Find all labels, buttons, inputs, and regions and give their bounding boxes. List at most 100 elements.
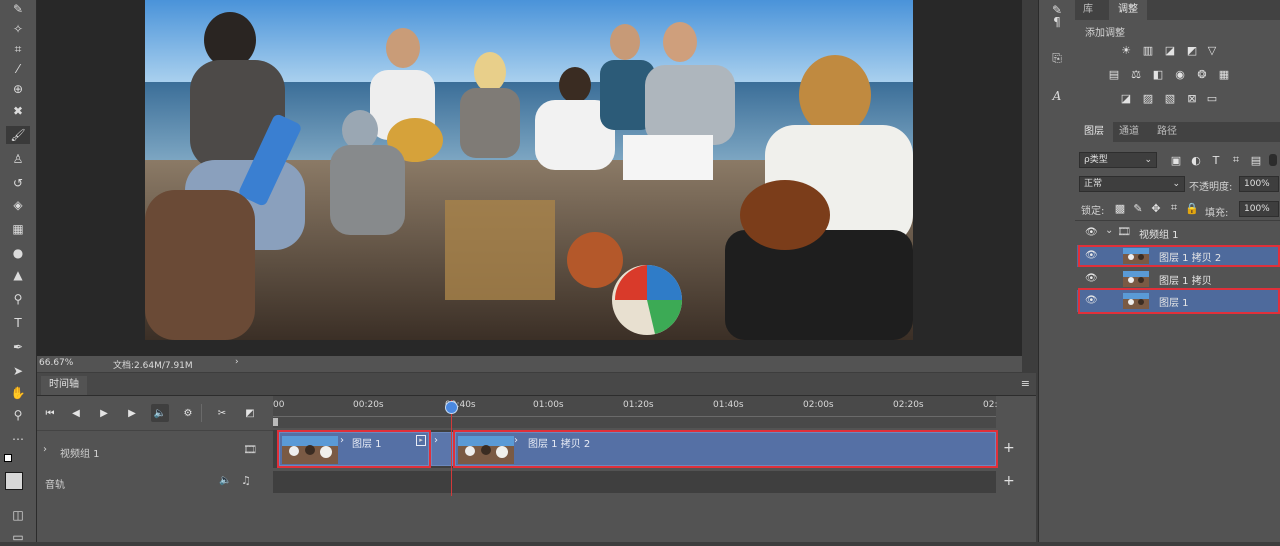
default-colors-icon[interactable]: [4, 454, 14, 464]
audio-toggle-icon[interactable]: 🔈: [151, 404, 169, 422]
filter-type-icon[interactable]: T: [1209, 154, 1223, 167]
screen-mode-icon[interactable]: ▭: [6, 528, 30, 546]
transition-icon[interactable]: ◩: [241, 404, 259, 422]
lock-artboard-icon[interactable]: ⌗: [1167, 201, 1181, 214]
selective-color-icon[interactable]: ⊠: [1185, 92, 1199, 105]
character-icon[interactable]: A: [1047, 86, 1067, 106]
ruler-tick: 02:20s: [893, 400, 924, 410]
gradient-map-icon[interactable]: ▭: [1205, 92, 1219, 105]
status-menu-arrow-icon[interactable]: ›: [235, 357, 239, 367]
dodge-icon[interactable]: ⚲: [6, 290, 30, 308]
paragraph-icon[interactable]: ¶: [1047, 12, 1067, 32]
layer-row[interactable]: 👁 图层 1 拷贝: [1077, 268, 1279, 290]
filter-shape-icon[interactable]: ⌗: [1229, 153, 1243, 166]
zoom-icon[interactable]: ⚲: [6, 406, 30, 424]
play-icon[interactable]: ▶: [95, 404, 113, 422]
lock-transparency-icon[interactable]: ▩: [1113, 202, 1127, 215]
quick-selection-icon[interactable]: ✎: [6, 0, 30, 18]
layer-filter-select[interactable]: ρ类型 ⌄: [1079, 152, 1157, 168]
brush-icon[interactable]: 🖌: [6, 126, 30, 144]
black-white-icon[interactable]: ◧: [1151, 68, 1165, 81]
hand-icon[interactable]: ✋: [6, 384, 30, 402]
foreground-color-swatch[interactable]: [5, 472, 23, 490]
ruler-tick: 01:20s: [623, 400, 654, 410]
layer-group-row[interactable]: 👁 ⌄ 🎞 视频组 1: [1077, 222, 1279, 244]
brightness-icon[interactable]: ☀: [1119, 44, 1133, 57]
magic-wand-icon[interactable]: ✧: [6, 20, 30, 38]
vibrance-icon[interactable]: ▽: [1205, 44, 1219, 57]
layers-empty-area[interactable]: [1075, 316, 1280, 542]
more-icon[interactable]: ⋯: [6, 430, 30, 448]
chevron-down-icon[interactable]: ⌄: [1105, 225, 1113, 236]
channel-mixer-icon[interactable]: ❂: [1195, 68, 1209, 81]
eraser-icon[interactable]: ◈: [6, 196, 30, 214]
work-area-start-handle[interactable]: [273, 418, 278, 426]
levels-icon[interactable]: ▥: [1141, 44, 1155, 57]
filter-pixel-icon[interactable]: ▣: [1169, 154, 1183, 167]
history-brush-icon[interactable]: ↺: [6, 174, 30, 192]
previous-frame-icon[interactable]: ◀: [67, 404, 85, 422]
speaker-icon[interactable]: 🔈: [219, 475, 231, 486]
go-to-first-frame-icon[interactable]: ⏮: [41, 404, 59, 422]
layer-name: 图层 1 拷贝: [1159, 276, 1212, 287]
chevron-right-icon[interactable]: ›: [43, 444, 47, 455]
film-strip-icon[interactable]: 🎞: [243, 443, 257, 456]
tools-panel: ✎ ✧ ⌗ ⁄ ⊕ ✖ 🖌 ♙ ↺ ◈ ▦ ● ▲ ⚲ T ✒ ➤ ✋ ⚲ ⋯ …: [0, 0, 37, 544]
lock-all-icon[interactable]: 🔒: [1185, 202, 1199, 215]
curves-icon[interactable]: ◪: [1163, 44, 1177, 57]
opacity-input[interactable]: 100%: [1239, 176, 1279, 192]
crop-icon[interactable]: ⌗: [6, 40, 30, 58]
hue-saturation-icon[interactable]: ▤: [1107, 68, 1121, 81]
add-audio-button[interactable]: +: [1003, 473, 1015, 489]
color-lookup-icon[interactable]: ▦: [1217, 68, 1231, 81]
threshold-icon[interactable]: ▧: [1163, 92, 1177, 105]
tab-channels[interactable]: 通道: [1119, 122, 1139, 142]
color-balance-icon[interactable]: ⚖: [1129, 68, 1143, 81]
eyedropper-icon[interactable]: ⁄: [6, 60, 30, 78]
filter-toggle[interactable]: [1269, 154, 1277, 166]
audio-track-header[interactable]: 音轨 🔈 ♫: [37, 471, 273, 493]
spot-healing-icon[interactable]: ⊕: [6, 80, 30, 98]
music-note-icon[interactable]: ♫: [241, 474, 251, 487]
next-frame-icon[interactable]: ▶: [123, 404, 141, 422]
fill-input[interactable]: 100%: [1239, 201, 1279, 217]
add-media-button[interactable]: +: [1003, 440, 1015, 456]
lock-position-icon[interactable]: ✥: [1149, 202, 1163, 215]
glyphs-icon[interactable]: ⎘: [1047, 48, 1067, 68]
blur-icon[interactable]: ●: [6, 244, 30, 262]
timeline-tab-bar: 时间轴 ≡: [37, 373, 1036, 396]
settings-gear-icon[interactable]: ⚙: [179, 404, 197, 422]
zoom-level[interactable]: 66.67%: [39, 358, 73, 368]
tab-paths[interactable]: 路径: [1157, 122, 1177, 142]
audio-track-lane[interactable]: [273, 471, 996, 493]
split-scissors-icon[interactable]: ✂: [213, 404, 231, 422]
exposure-icon[interactable]: ◩: [1185, 44, 1199, 57]
lock-image-icon[interactable]: ✎: [1131, 202, 1145, 215]
path-selection-icon[interactable]: ➤: [6, 362, 30, 380]
transition-gap[interactable]: ›: [431, 432, 453, 466]
visibility-eye-icon[interactable]: 👁: [1085, 273, 1098, 284]
photo-filter-icon[interactable]: ◉: [1173, 68, 1187, 81]
tab-adjustments[interactable]: 调整: [1109, 0, 1147, 20]
tab-layers[interactable]: 图层: [1075, 122, 1113, 142]
ruler-baseline: [273, 416, 996, 417]
type-icon[interactable]: T: [6, 314, 30, 332]
ruler-tick: 00:20s: [353, 400, 384, 410]
filter-smart-object-icon[interactable]: ▤: [1249, 154, 1263, 167]
filter-adjustment-icon[interactable]: ◐: [1189, 154, 1203, 167]
posterize-icon[interactable]: ▨: [1141, 92, 1155, 105]
blend-mode-select[interactable]: 正常 ⌄: [1079, 176, 1185, 192]
video-group-track-header[interactable]: › 视频组 1 🎞: [37, 430, 273, 469]
tab-libraries[interactable]: 库: [1083, 0, 1111, 20]
patch-icon[interactable]: ✖: [6, 102, 30, 120]
clone-stamp-icon[interactable]: ♙: [6, 150, 30, 168]
quick-mask-icon[interactable]: ◫: [6, 506, 30, 524]
pen-icon[interactable]: ✒: [6, 338, 30, 356]
gradient-icon[interactable]: ▦: [6, 220, 30, 238]
playhead-handle[interactable]: [445, 401, 458, 414]
timeline-menu-icon[interactable]: ≡: [1021, 377, 1030, 390]
invert-icon[interactable]: ◪: [1119, 92, 1133, 105]
sharpen-icon[interactable]: ▲: [6, 266, 30, 284]
visibility-eye-icon[interactable]: 👁: [1085, 227, 1098, 238]
tab-timeline[interactable]: 时间轴: [41, 376, 87, 395]
